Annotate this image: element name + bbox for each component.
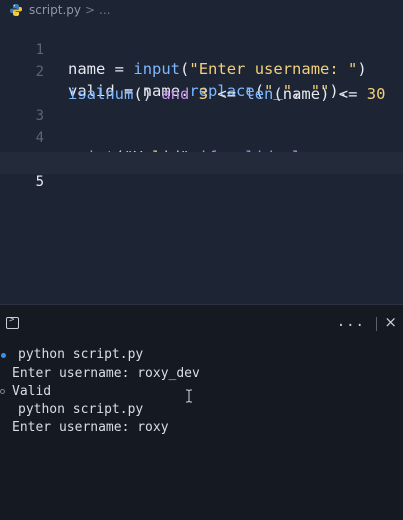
- terminal-line: python script.py: [18, 347, 144, 362]
- breadcrumb: script.py > ...: [0, 0, 403, 20]
- code-line-current[interactable]: 5: [0, 152, 403, 190]
- close-icon[interactable]: ×: [384, 313, 397, 331]
- breadcrumb-file[interactable]: script.py: [29, 3, 81, 17]
- terminal-line: python script.py: [18, 402, 144, 417]
- code-line[interactable]: 3: [0, 86, 403, 124]
- terminal-icon[interactable]: >: [6, 315, 19, 329]
- code-line[interactable]: 1 name = input("Enter username: "): [0, 20, 403, 78]
- more-actions-icon[interactable]: ...: [337, 314, 365, 330]
- code-line[interactable]: 2 valid = name.replace("_", "").: [0, 42, 403, 100]
- terminal-line: Enter username: roxy: [12, 420, 169, 435]
- python-file-icon: [9, 3, 23, 17]
- breadcrumb-separator: >: [84, 3, 96, 17]
- code-line-wrap[interactable]: isalnum() and 3 <= len(name) <= 30: [0, 64, 403, 103]
- terminal-panel[interactable]: > ... × python script.py Enter username:…: [0, 304, 403, 520]
- command-success-dot-icon[interactable]: [1, 353, 6, 358]
- header-divider: [376, 317, 377, 331]
- text-cursor-icon: [186, 389, 192, 403]
- code-line[interactable]: 4 print("Valid" if valid else: [0, 108, 403, 166]
- code-editor[interactable]: 1 name = input("Enter username: ") 2 val…: [0, 20, 403, 304]
- terminal-header: > ... ×: [0, 305, 403, 341]
- command-dot-icon[interactable]: [0, 389, 5, 394]
- code-line-wrap[interactable]: "Invalid"): [0, 130, 403, 169]
- terminal-line: Enter username: roxy_dev: [12, 366, 200, 381]
- terminal-line: Valid: [12, 384, 52, 399]
- vscode-window: script.py > ... 1 name = input("Enter us…: [0, 0, 403, 520]
- line-number-active: 5: [35, 174, 44, 190]
- breadcrumb-more[interactable]: ...: [99, 3, 110, 17]
